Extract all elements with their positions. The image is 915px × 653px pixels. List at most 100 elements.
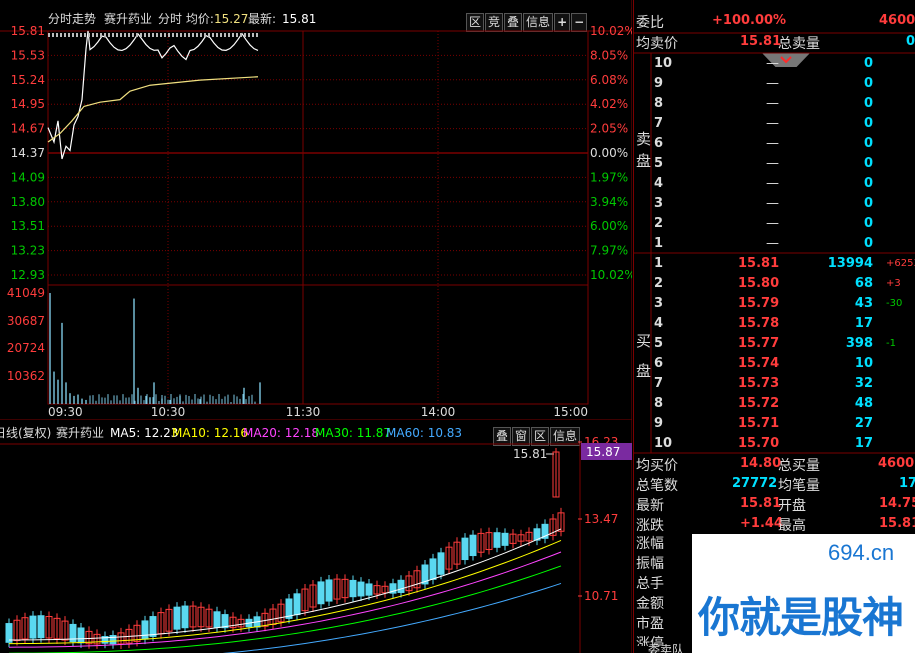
sell-level-row[interactable]: 8 — 0	[648, 94, 915, 114]
buy-level-volume: 13994	[827, 256, 873, 271]
candle-body	[37, 615, 45, 639]
candle-body	[77, 627, 85, 644]
sell-level-number: 10	[654, 56, 673, 71]
buy-level-row[interactable]: 5 15.77 398 -1	[648, 334, 915, 354]
buy-level-price: 15.81	[738, 256, 780, 271]
buy-level-row[interactable]: 8 15.72 48	[648, 394, 915, 414]
price-tick-label: 14.67	[11, 122, 45, 136]
time-tick-label: 09:30	[48, 405, 83, 419]
sell-level-row[interactable]: 10 — 0	[648, 54, 915, 74]
pct-tick-label: 7.97%	[590, 244, 628, 258]
intraday-panel: 分时走势 赛升药业 分时 均价: 15.27 最新: 15.81 区竞叠信息 + −…	[0, 0, 632, 420]
total-trades-value: 27772	[732, 476, 778, 491]
avg-trade-label: 均笔量	[778, 478, 820, 494]
high-label: 最高	[778, 518, 806, 534]
last-label: 最新	[636, 498, 664, 514]
sell-level-row[interactable]: 4 — 0	[648, 174, 915, 194]
buy-level-change: +6253	[886, 258, 915, 269]
avg-buy-label: 均买价	[636, 458, 678, 474]
sell-level-volume: 0	[864, 76, 874, 91]
sell-level-price: —	[766, 216, 779, 231]
buy-level-row[interactable]: 7 15.73 32	[648, 374, 915, 394]
pct-tick-label: 1.97%	[590, 170, 628, 184]
sell-level-volume: 0	[864, 56, 874, 71]
buy-level-row[interactable]: 10 15.70 17	[648, 434, 915, 454]
buy-level-price: 15.77	[738, 336, 780, 351]
candle-body	[397, 579, 405, 593]
volume-tick-label: 10362	[7, 369, 45, 383]
sell-level-price: —	[766, 236, 779, 251]
buy-level-row[interactable]: 9 15.71 27	[648, 414, 915, 434]
buy-level-row[interactable]: 3 15.79 43 -30	[648, 294, 915, 314]
kline-chart: 16.2313.4710.7115.8715.81	[0, 420, 632, 653]
current-price-tag: 15.87	[586, 445, 620, 459]
buy-level-price: 15.80	[738, 276, 780, 291]
sell-level-row[interactable]: 7 — 0	[648, 114, 915, 134]
buy-level-number: 3	[654, 296, 664, 311]
watermark-card: 694.cn 你就是股神	[692, 534, 915, 653]
sell-level-row[interactable]: 1 — 0	[648, 234, 915, 254]
buy-level-row[interactable]: 6 15.74 10	[648, 354, 915, 374]
buy-level-number: 6	[654, 356, 664, 371]
volume-tick-label: 30687	[7, 314, 45, 328]
candle-body	[173, 606, 181, 630]
sell-level-row[interactable]: 5 — 0	[648, 154, 915, 174]
time-tick-label: 15:00	[553, 405, 588, 419]
pct-tick-label: 8.05%	[590, 48, 628, 62]
buy-level-price: 15.70	[738, 436, 780, 451]
candle-body	[437, 552, 445, 575]
candle-body	[461, 537, 469, 561]
stats-row-avg-buy: 均买价 14.80 总买量 46002	[636, 454, 915, 474]
last-value: 15.81	[740, 496, 782, 511]
price-tick-label: 15.24	[11, 73, 45, 87]
intraday-chart: 15.81 10.02% 15.53 8.05% 15.24 6.08% 14.95 4.02…	[0, 0, 632, 420]
pct-tick-label: 10.02%	[590, 268, 632, 282]
price-tick-label: 14.95	[11, 97, 45, 111]
sell-queue-tab[interactable]: 委卖队	[648, 641, 684, 653]
ma-line	[8, 539, 562, 645]
sell-level-row[interactable]: 3 — 0	[648, 194, 915, 214]
candle-body	[357, 581, 365, 597]
amplitude-label: 振幅	[636, 556, 664, 572]
buy-level-row[interactable]: 2 15.80 68 +3	[648, 274, 915, 294]
sell-level-price: —	[766, 156, 779, 171]
buy-level-row[interactable]: 1 15.81 13994 +6253	[648, 254, 915, 274]
watermark-domain: 694.cn	[828, 540, 895, 565]
buy-level-price: 15.71	[738, 416, 780, 431]
sell-level-number: 4	[654, 176, 664, 191]
open-value: 14.75	[879, 496, 915, 511]
sell-level-number: 5	[654, 156, 664, 171]
buy-level-volume: 10	[854, 356, 873, 371]
candle-body	[149, 616, 157, 637]
candle-body	[349, 579, 357, 598]
price-tick-label: 14.09	[11, 170, 45, 184]
sell-level-number: 3	[654, 196, 664, 211]
pct-tick-label: 3.94%	[590, 195, 628, 209]
stats-left-labels: 涨幅 振幅 总手 金额 市盈 涨停	[636, 534, 664, 646]
sell-level-price: —	[766, 136, 779, 151]
avg-trade-value: 17	[899, 476, 915, 491]
price-tick-label: 15.81	[11, 24, 45, 38]
pct-tick-label: 0.00%	[590, 146, 628, 160]
candle-body	[293, 593, 301, 616]
stats-row-trades: 总笔数 27772 均笔量 17	[636, 474, 915, 494]
sell-level-row[interactable]: 9 — 0	[648, 74, 915, 94]
buy-level-price: 15.74	[738, 356, 780, 371]
pct-tick-label: 4.02%	[590, 97, 628, 111]
buy-level-row[interactable]: 4 15.78 17	[648, 314, 915, 334]
sell-level-number: 2	[654, 216, 664, 231]
sell-level-row[interactable]: 2 — 0	[648, 214, 915, 234]
open-label: 开盘	[778, 498, 806, 514]
candle-body	[325, 579, 333, 602]
time-tick-label: 14:00	[421, 405, 456, 419]
candle-body	[29, 615, 37, 639]
pct-tick-label: 10.02%	[590, 24, 632, 38]
sell-level-row[interactable]: 6 — 0	[648, 134, 915, 154]
total-hands-label: 总手	[636, 576, 664, 592]
sell-level-price: —	[766, 76, 779, 91]
sell-level-volume: 0	[864, 236, 874, 251]
sell-level-volume: 0	[864, 176, 874, 191]
sell-level-price: —	[766, 116, 779, 131]
time-tick-label: 10:30	[151, 405, 186, 419]
buy-level-volume: 48	[854, 396, 873, 411]
